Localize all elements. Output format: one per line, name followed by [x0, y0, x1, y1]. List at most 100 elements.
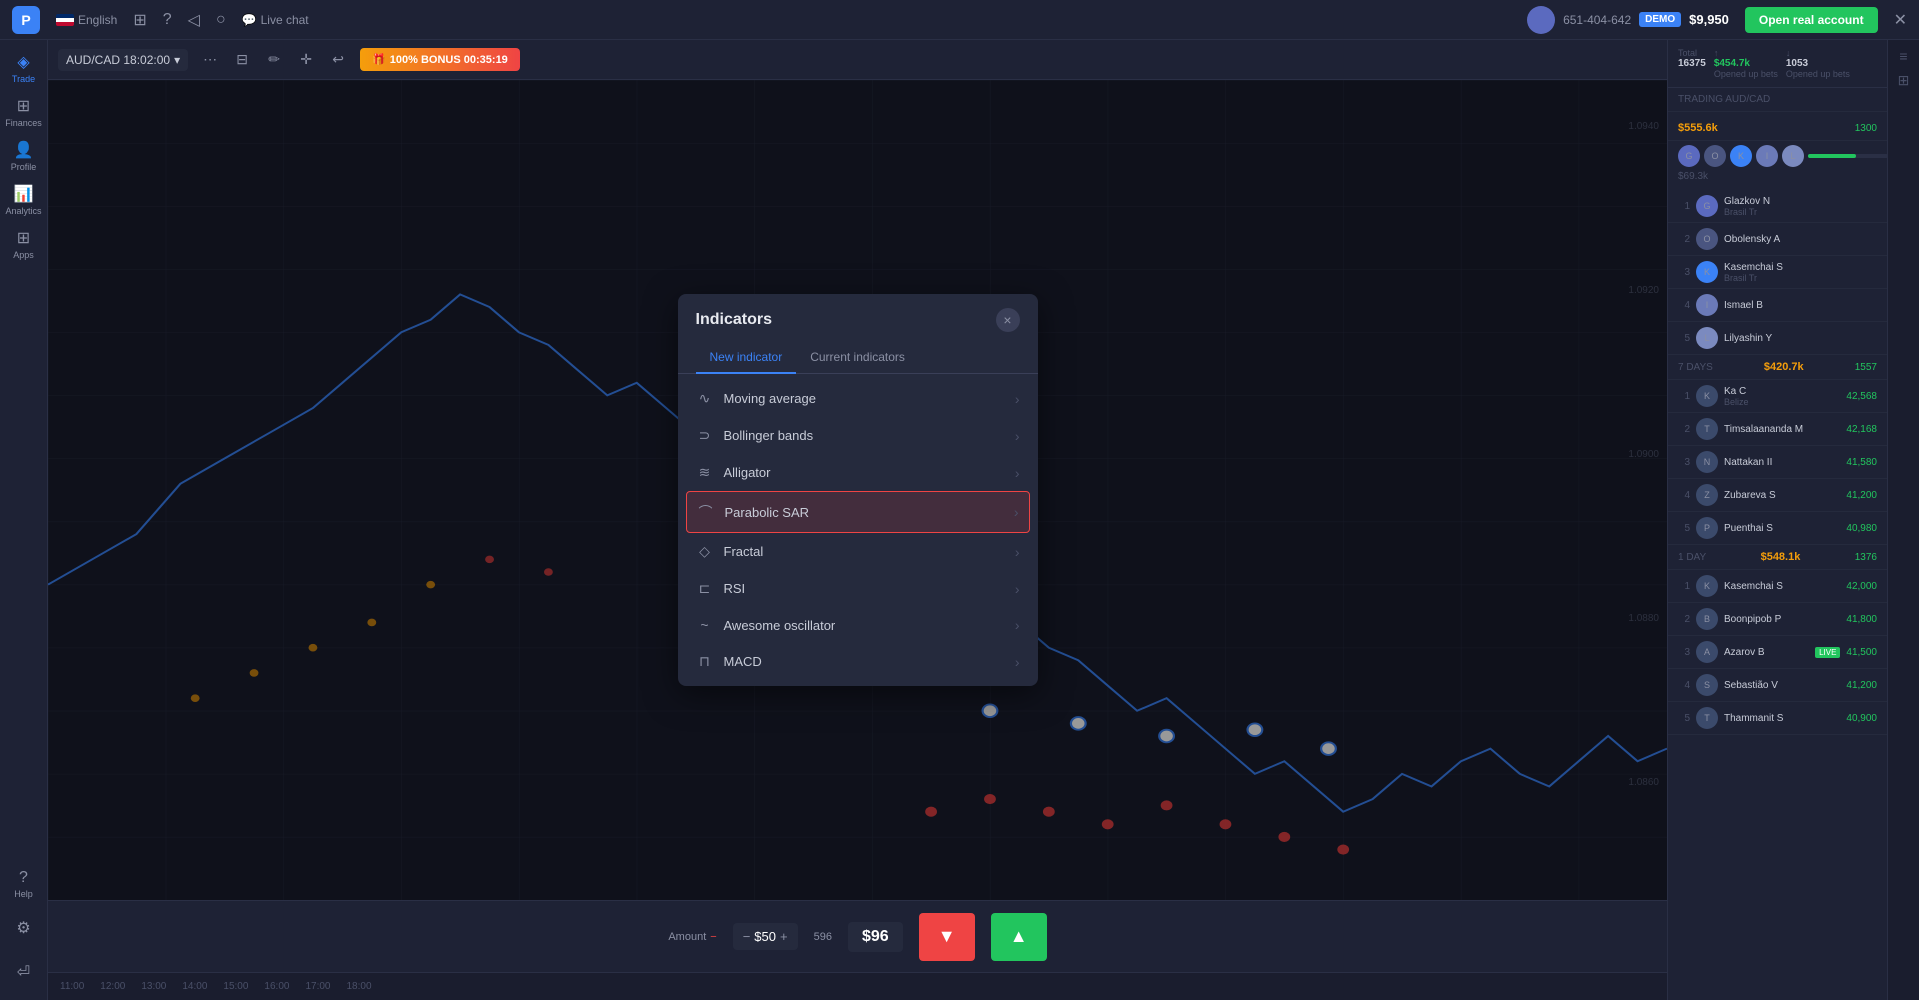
right-sidebar: Total 16375 ↑ $454.7k Opened up bets ↓ 1…: [1667, 40, 1887, 1000]
up-label: ↑: [1714, 48, 1778, 58]
rank-3-7d: 3: [1678, 457, 1690, 468]
trader-info-sebastiao: Sebastião V: [1724, 680, 1840, 691]
trader-info-thammanit: Thammanit S: [1724, 713, 1840, 724]
rank-1-7d: 1: [1678, 391, 1690, 402]
seven-day-prize: $420.7k: [1764, 361, 1804, 373]
arrow-icon-6: ›: [1015, 617, 1020, 633]
trader-amount-ka: 42,568: [1846, 391, 1877, 402]
sidebar-item-apps[interactable]: ⊞ Apps: [4, 224, 44, 264]
help-icon[interactable]: ?: [163, 11, 172, 29]
buy-button[interactable]: ▲: [991, 913, 1047, 961]
indicator-macd[interactable]: ⊓ MACD ›: [678, 643, 1038, 680]
amount-minus-btn[interactable]: −: [743, 929, 751, 944]
trader-name-zubareva: Zubareva S: [1724, 490, 1840, 501]
trader-avatar-ismael: I: [1696, 294, 1718, 316]
trader-country-kasemchai: Brasil Tr: [1724, 273, 1877, 283]
sidebar-item-settings[interactable]: ⚙: [4, 908, 44, 948]
trader-avatar-kasemchai: K: [1696, 261, 1718, 283]
trade-icon: ◈: [17, 52, 29, 72]
avatar-2: O: [1704, 145, 1726, 167]
rank-5-7d: 5: [1678, 523, 1690, 534]
close-button[interactable]: ✕: [1894, 10, 1907, 30]
user-avatar: [1527, 6, 1555, 34]
trader-avatar-sebastiao: S: [1696, 674, 1718, 696]
modal-close-button[interactable]: ×: [996, 308, 1020, 332]
month-reward: 1300: [1855, 123, 1877, 134]
sidebar-item-profile[interactable]: 👤 Profile: [4, 136, 44, 176]
grid-icon[interactable]: ⊞: [133, 10, 146, 30]
finances-icon: ⊞: [17, 96, 30, 116]
line-btn[interactable]: ⊟: [228, 46, 256, 74]
trader-info-nattakan: Nattakan II: [1724, 457, 1840, 468]
rank-4-1d: 4: [1678, 680, 1690, 691]
far-right-panel: ≡ ⊞: [1887, 40, 1919, 1000]
logout-icon: ⏎: [17, 962, 30, 982]
trader-name-ismael: Ismael B: [1724, 300, 1877, 311]
trader-amount-kasemchai2: 42,000: [1846, 581, 1877, 592]
sidebar-item-logout[interactable]: ⏎: [4, 952, 44, 992]
one-day-header: 1 DAY $548.1k 1376: [1668, 545, 1887, 570]
seven-day-reward: 1557: [1855, 362, 1877, 373]
sidebar-item-trade[interactable]: ◈ Trade: [4, 48, 44, 88]
crosshair-btn[interactable]: ✛: [292, 46, 320, 74]
notification-icon[interactable]: ○: [216, 11, 226, 29]
modal-header: Indicators ×: [678, 294, 1038, 332]
avatars-row: G O K I L: [1668, 141, 1887, 171]
indicator-alligator[interactable]: ≋ Alligator ›: [678, 454, 1038, 491]
sidebar-item-analytics[interactable]: 📊 Analytics: [4, 180, 44, 220]
trader-avatar-thammanit: T: [1696, 707, 1718, 729]
indicator-awesome-oscillator[interactable]: ~ Awesome oscillator ›: [678, 607, 1038, 643]
top-traders-month: 1 G Glazkov N Brasil Tr 2 O Obolensky A …: [1668, 190, 1887, 355]
user-info: 651-404-642 DEMO $9,950: [1527, 6, 1729, 34]
modal-overlay[interactable]: Indicators × New indicator Current indic…: [48, 80, 1667, 900]
open-real-account-button[interactable]: Open real account: [1745, 7, 1878, 33]
sound-icon[interactable]: ◁: [188, 10, 200, 30]
trader-name-kasemchai: Kasemchai S: [1724, 262, 1877, 273]
time-label-7: 17:00: [305, 981, 330, 992]
section-header-trading: TRADING AUD/CAD: [1668, 88, 1887, 112]
apps-label: Apps: [13, 250, 34, 260]
profile-label: Profile: [11, 162, 37, 172]
tab-current-indicators[interactable]: Current indicators: [796, 342, 919, 374]
undo-btn[interactable]: ↩: [324, 46, 352, 74]
rank-2: 2: [1678, 234, 1690, 245]
trader-avatar-obolensky: O: [1696, 228, 1718, 250]
modal-title: Indicators: [696, 311, 772, 329]
amount-plus-btn[interactable]: +: [780, 929, 788, 944]
indicator-fractal[interactable]: ◇ Fractal ›: [678, 533, 1038, 570]
trader-avatar-glazkov: G: [1696, 195, 1718, 217]
indicator-rsi[interactable]: ⊏ RSI ›: [678, 570, 1038, 607]
sidebar-item-finances[interactable]: ⊞ Finances: [4, 92, 44, 132]
chart-type-btn[interactable]: ⋯: [196, 46, 224, 74]
one-day-label: 1 DAY: [1678, 552, 1706, 563]
rank-2-1d: 2: [1678, 614, 1690, 625]
trader-row-zubareva: 4 Z Zubareva S 41,200: [1668, 479, 1887, 512]
live-chat-btn[interactable]: 💬 Live chat: [242, 13, 309, 27]
sell-button[interactable]: ▼: [919, 913, 975, 961]
arrow-icon-5: ›: [1015, 581, 1020, 597]
arrow-icon-1: ›: [1015, 428, 1020, 444]
tab-new-indicator[interactable]: New indicator: [696, 342, 797, 374]
dropdown-icon: ▾: [174, 53, 180, 67]
language-selector[interactable]: English: [56, 13, 117, 27]
alligator-label: Alligator: [724, 465, 1005, 480]
trader-avatar-timsalaananda: T: [1696, 418, 1718, 440]
indicator-moving-average[interactable]: ∿ Moving average ›: [678, 380, 1038, 417]
expand-icon[interactable]: ⊞: [1898, 72, 1910, 89]
pen-btn[interactable]: ✏: [260, 46, 288, 74]
trader-avatar-kasemchai2: K: [1696, 575, 1718, 597]
total-label: Total: [1678, 48, 1706, 58]
trader-info-obolensky: Obolensky A: [1724, 234, 1877, 245]
asset-label: AUD/CAD 18:02:00: [66, 53, 170, 67]
sidebar-item-help[interactable]: ? Help: [4, 864, 44, 904]
macd-icon: ⊓: [696, 653, 714, 670]
chart-canvas: 1.0940 1.0920 1.0900 1.0880 1.0860 Indic…: [48, 80, 1667, 900]
language-label: English: [78, 13, 117, 27]
indicator-bollinger-bands[interactable]: ⊃ Bollinger bands ›: [678, 417, 1038, 454]
menu-toggle-icon[interactable]: ≡: [1899, 48, 1907, 64]
trader-row-kasemchai2: 1 K Kasemchai S 42,000: [1668, 570, 1887, 603]
asset-selector[interactable]: AUD/CAD 18:02:00 ▾: [58, 49, 188, 71]
settings-icon: ⚙: [16, 918, 30, 938]
indicator-parabolic-sar[interactable]: ⌒ Parabolic SAR ›: [686, 491, 1030, 533]
bonus-button[interactable]: 🎁 100% BONUS 00:35:19: [360, 48, 520, 71]
